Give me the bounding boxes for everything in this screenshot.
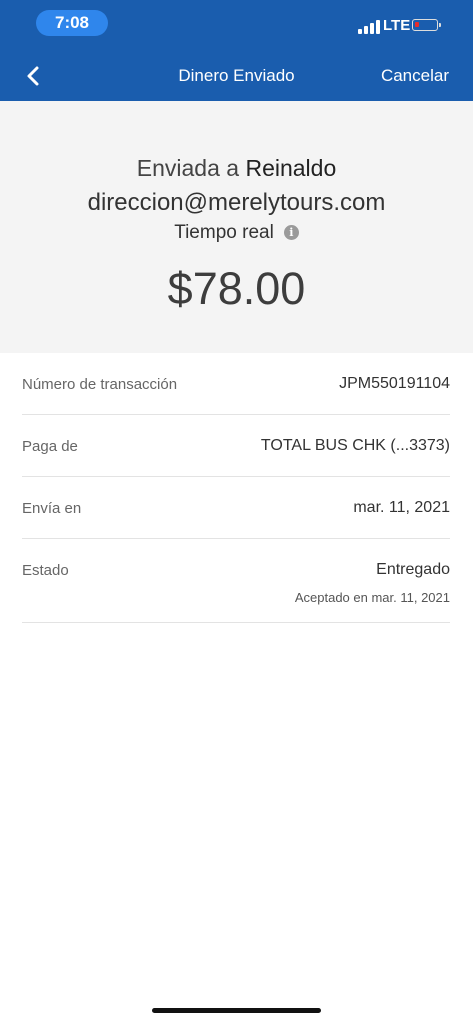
cancel-button[interactable]: Cancelar — [381, 66, 449, 86]
detail-row-pay-from: Paga de TOTAL BUS CHK (...3373) — [22, 415, 450, 477]
detail-value: TOTAL BUS CHK (...3373) — [260, 437, 450, 454]
detail-value: JPM550191104 — [339, 375, 450, 392]
transaction-details: Número de transacción JPM550191104 Paga … — [22, 353, 450, 623]
detail-label: Número de transacción — [22, 376, 178, 393]
home-indicator[interactable] — [152, 1008, 321, 1013]
recipient-line: Enviada a Reinaldo — [0, 155, 473, 182]
detail-label: Envía en — [22, 500, 82, 517]
delivery-speed: Tiempo real i — [0, 222, 473, 244]
info-icon[interactable]: i — [283, 225, 299, 240]
battery-icon — [412, 19, 441, 31]
status-time: 7:08 — [36, 10, 108, 36]
detail-label: Estado — [22, 562, 69, 579]
status-value: Entregado — [376, 561, 450, 578]
status-subvalue: Aceptado en mar. 11, 2021 — [294, 590, 450, 605]
detail-label: Paga de — [22, 438, 78, 455]
recipient-name: Reinaldo — [245, 155, 337, 181]
detail-row-status: Estado Entregado Aceptado en mar. 11, 20… — [22, 539, 450, 623]
detail-row-transaction-number: Número de transacción JPM550191104 — [22, 353, 450, 415]
status-bar: 7:08 LTE — [0, 0, 473, 52]
payment-summary: Enviada a Reinaldo direccion@merelytours… — [0, 101, 473, 353]
delivery-speed-label: Tiempo real — [174, 222, 274, 243]
payment-amount: $78.00 — [167, 263, 306, 314]
navigation-bar: Dinero Enviado Cancelar — [0, 52, 473, 101]
sent-prefix: Enviada a — [136, 155, 240, 181]
network-label: LTE — [383, 17, 411, 34]
detail-value: mar. 11, 2021 — [353, 499, 450, 516]
recipient-email: direccion@merelytours.com — [87, 189, 386, 216]
signal-icon — [358, 18, 380, 34]
detail-row-send-date: Envía en mar. 11, 2021 — [22, 477, 450, 539]
